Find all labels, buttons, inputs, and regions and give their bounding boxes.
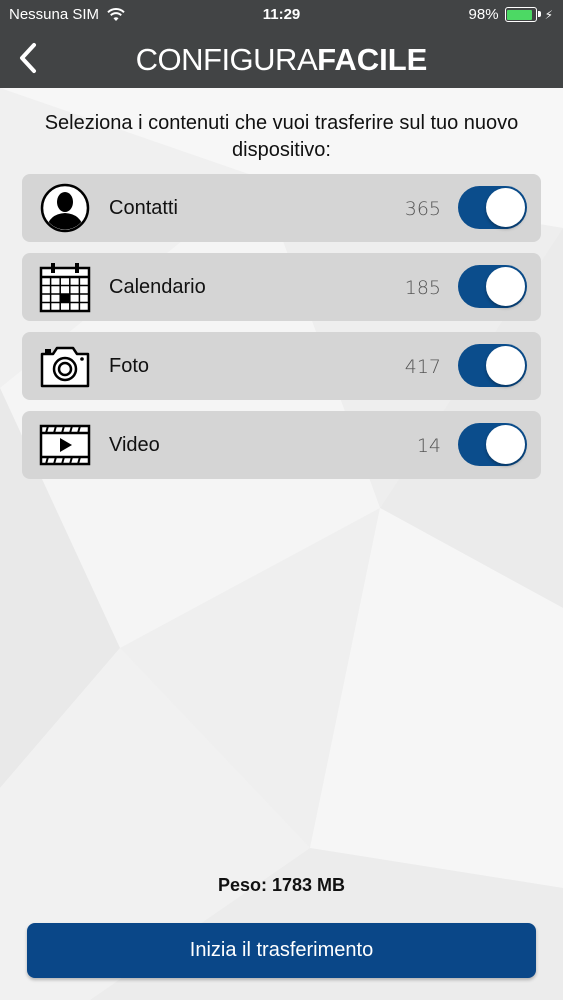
main-content: Seleziona i contenuti che vuoi trasferir… xyxy=(0,88,563,1000)
item-label: Calendario xyxy=(109,276,206,298)
toggle-calendario[interactable] xyxy=(458,265,527,308)
status-bar: Nessuna SIM 11:29 98% ⚡ xyxy=(0,0,563,30)
list-item-foto[interactable]: Foto 417 xyxy=(22,332,541,400)
content-list: Contatti 365 Calendario 185 Foto 417 Vid… xyxy=(22,174,541,490)
bolt-icon: ⚡ xyxy=(544,7,553,22)
list-item-calendario[interactable]: Calendario 185 xyxy=(22,253,541,321)
total-weight: Peso: 1783 MB xyxy=(217,875,346,895)
list-item-contatti[interactable]: Contatti 365 xyxy=(22,174,541,242)
list-item-video[interactable]: Video 14 xyxy=(22,411,541,479)
item-count: 365 xyxy=(404,198,441,220)
start-transfer-button[interactable]: Inizia il trasferimento xyxy=(27,923,536,978)
item-label: Video xyxy=(109,434,160,456)
navigation-bar: CONFIGURAFACILE xyxy=(0,30,563,88)
app-title: CONFIGURAFACILE xyxy=(0,42,563,78)
battery-percent: 98% xyxy=(468,6,499,23)
calendar-icon xyxy=(39,263,91,313)
item-label: Contatti xyxy=(109,197,178,219)
item-count: 185 xyxy=(404,277,441,299)
item-label: Foto xyxy=(109,355,150,377)
camera-icon xyxy=(40,346,90,388)
video-icon xyxy=(39,424,91,466)
item-count: 417 xyxy=(404,356,441,378)
battery-icon xyxy=(504,7,541,22)
app-title-bold: FACILE xyxy=(317,42,428,77)
item-count: 14 xyxy=(416,435,441,457)
toggle-contatti[interactable] xyxy=(458,186,527,229)
toggle-video[interactable] xyxy=(458,423,527,466)
app-title-light: CONFIGURA xyxy=(135,42,318,77)
contact-icon xyxy=(40,183,90,233)
intro-text: Seleziona i contenuti che vuoi trasferir… xyxy=(44,112,519,161)
battery-status: 98% ⚡ xyxy=(469,6,553,23)
toggle-foto[interactable] xyxy=(458,344,527,387)
